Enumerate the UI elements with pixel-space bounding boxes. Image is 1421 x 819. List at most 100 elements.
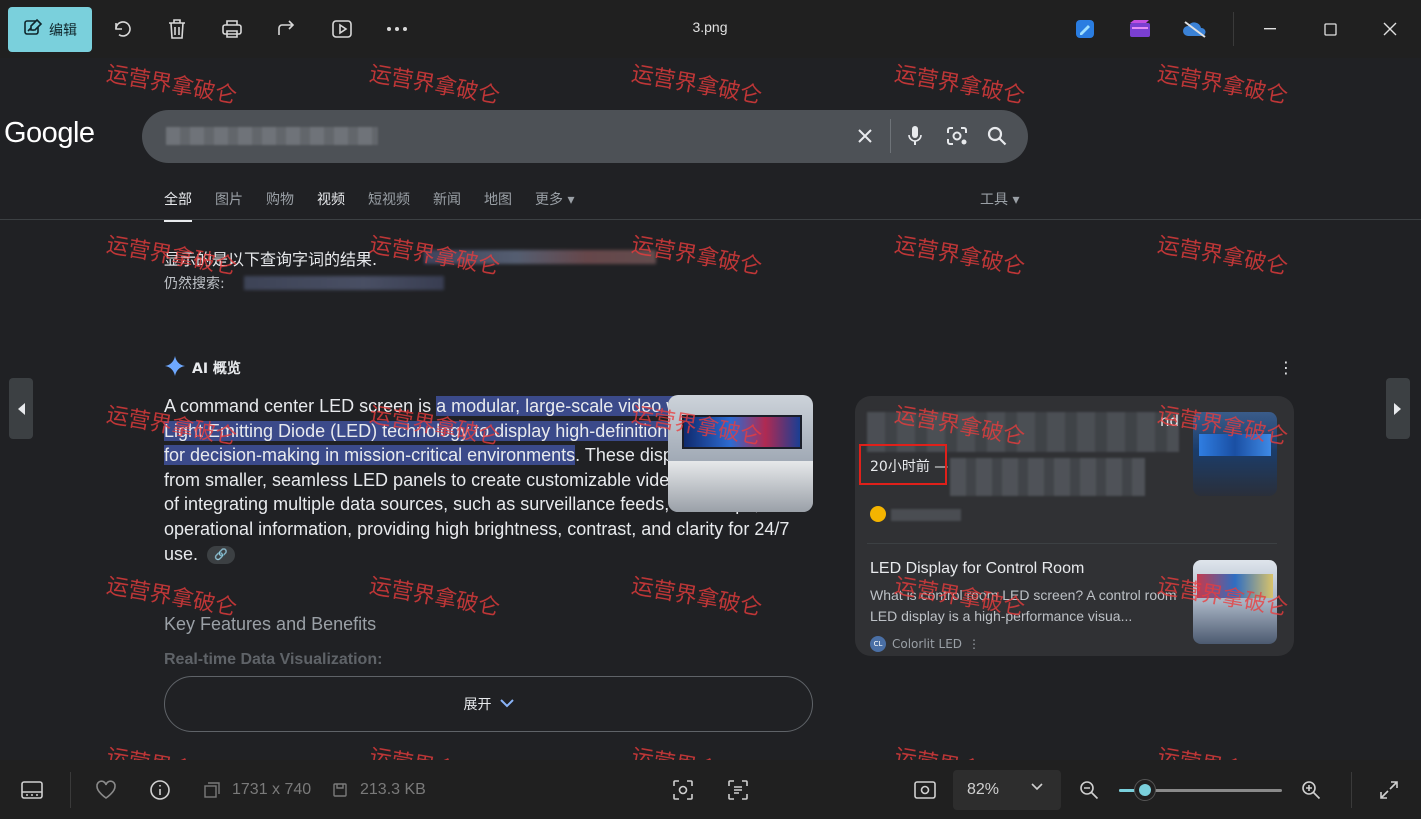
ai-overview-image[interactable]: [668, 395, 813, 512]
tab-news[interactable]: 新闻: [433, 189, 461, 222]
expand-button[interactable]: 展开: [164, 676, 813, 732]
google-logo[interactable]: Google: [4, 117, 95, 150]
rotate-icon[interactable]: [110, 16, 136, 42]
search-input[interactable]: [142, 110, 1028, 163]
image-consoles: [668, 461, 813, 512]
watermark: 运营界拿破仑: [629, 573, 764, 622]
watermark: 运营界拿破仑: [104, 61, 239, 110]
card1-thumbnail: [1193, 412, 1277, 496]
showing-results-text: 显示的是以下查询字词的结果.: [164, 250, 378, 269]
onedrive-icon[interactable]: [1182, 16, 1208, 42]
tab-maps[interactable]: 地图: [484, 189, 512, 222]
card2-description: What is control room LED screen? A contr…: [870, 587, 1177, 624]
toolbar-separator: [1233, 12, 1234, 46]
watermark: 运营界拿破仑: [1155, 61, 1290, 110]
fit-to-window-icon[interactable]: [913, 778, 937, 802]
edit-image-icon: [23, 18, 43, 42]
original-query-link[interactable]: [244, 276, 444, 290]
filmstrip-icon[interactable]: [20, 778, 44, 802]
slideshow-icon[interactable]: [329, 16, 355, 42]
share-icon[interactable]: [274, 16, 300, 42]
watermark: 运营界拿破仑: [367, 573, 502, 622]
card2-menu-icon[interactable]: ⋮: [968, 637, 980, 651]
sparkle-icon: [164, 355, 186, 381]
previous-image-button[interactable]: [9, 378, 33, 439]
clipchamp-icon[interactable]: [1127, 16, 1153, 42]
chevron-down-icon: [1031, 780, 1043, 794]
card1-blurred-source: [891, 509, 961, 521]
file-size-icon: [328, 778, 352, 802]
search-instead-text: 仍然搜索:: [164, 276, 225, 292]
lens-camera-icon[interactable]: [945, 124, 969, 148]
annotation-red-box: [859, 444, 947, 485]
statusbar-separator: [1351, 772, 1352, 808]
clear-search-icon[interactable]: [853, 124, 877, 148]
delete-icon[interactable]: [164, 16, 190, 42]
statusbar-separator: [70, 772, 71, 808]
viewer-toolbar: 编辑 3.png: [0, 0, 1421, 58]
card2-source: CL Colorlit LED ⋮: [870, 636, 980, 652]
tabs-divider: [0, 219, 1421, 220]
card2-title[interactable]: LED Display for Control Room: [870, 560, 1084, 578]
card1-source-logo: [870, 506, 886, 522]
next-image-button[interactable]: [1386, 378, 1410, 439]
edit-button[interactable]: 编辑: [8, 7, 92, 52]
zoom-out-icon[interactable]: [1077, 778, 1101, 802]
tab-more[interactable]: 更多 ▾: [535, 189, 574, 222]
file-title: 3.png: [692, 19, 728, 35]
card1-blurred-desc: [950, 458, 1145, 496]
citation-link-icon[interactable]: 🔗: [207, 545, 236, 564]
close-window-icon[interactable]: [1377, 16, 1403, 42]
zoom-value: 82%: [967, 781, 1000, 798]
maximize-icon[interactable]: [1317, 16, 1343, 42]
tools-button[interactable]: 工具 ▾: [980, 189, 1019, 209]
dimensions-icon: [200, 778, 224, 802]
chevron-down-icon: [499, 696, 514, 712]
image-dimensions: 1731 x 740: [232, 781, 312, 798]
image-led-wall: [682, 415, 802, 449]
card-divider: [867, 543, 1277, 544]
card2-source-name: Colorlit LED: [892, 637, 963, 651]
colorlit-logo-icon: CL: [870, 636, 886, 652]
watermark: 运营界拿破仑: [629, 61, 764, 110]
print-icon[interactable]: [219, 16, 245, 42]
minimize-icon[interactable]: [1257, 16, 1283, 42]
fullscreen-icon[interactable]: [1377, 778, 1401, 802]
watermark: 运营界拿破仑: [367, 61, 502, 110]
more-icon[interactable]: [384, 16, 410, 42]
faded-subheading: Real-time Data Visualization:: [164, 651, 383, 668]
corrected-query-link[interactable]: [424, 250, 656, 264]
apps-menu-icon[interactable]: ⋮: [1413, 119, 1421, 137]
source-cards-panel: nd 20小时前 — LED Display for Control Room …: [855, 396, 1294, 656]
edit-label: 编辑: [49, 22, 77, 39]
card2-thumbnail: [1193, 560, 1277, 644]
expand-label: 展开: [463, 697, 492, 713]
favorite-heart-icon[interactable]: [94, 778, 118, 802]
info-icon[interactable]: [148, 778, 172, 802]
search-icon[interactable]: [985, 124, 1009, 148]
tab-videos[interactable]: 视频: [317, 189, 345, 222]
zoom-in-icon[interactable]: [1299, 778, 1323, 802]
tab-all[interactable]: 全部: [164, 189, 192, 222]
microphone-icon[interactable]: [903, 124, 927, 148]
search-tabs: 全部 图片 购物 视频 短视频 新闻 地图 更多 ▾: [164, 189, 597, 222]
card1-title-tail: nd: [1160, 412, 1180, 430]
visual-search-icon[interactable]: [671, 778, 695, 802]
file-size: 213.3 KB: [360, 781, 426, 798]
ai-overview-menu-icon[interactable]: ⋮: [1278, 358, 1294, 377]
zoom-select[interactable]: 82%: [953, 770, 1061, 810]
tab-images[interactable]: 图片: [215, 189, 243, 222]
zoom-slider-thumb[interactable]: [1134, 779, 1156, 801]
ai-overview-title: AI 概览: [192, 361, 241, 377]
blurred-query: [166, 127, 378, 145]
key-features-heading: Key Features and Benefits: [164, 614, 377, 634]
ai-overview-header: AI 概览: [164, 355, 241, 381]
watermark: 运营界拿破仑: [892, 61, 1027, 110]
tab-shopping[interactable]: 购物: [266, 189, 294, 222]
search-separator: [890, 119, 891, 153]
text-extract-icon[interactable]: [726, 778, 750, 802]
designer-app-icon[interactable]: [1072, 16, 1098, 42]
watermark: 运营界拿破仑: [892, 232, 1027, 281]
tab-short-videos[interactable]: 短视频: [368, 189, 410, 222]
ai-text-intro: A command center LED screen is: [164, 396, 437, 416]
